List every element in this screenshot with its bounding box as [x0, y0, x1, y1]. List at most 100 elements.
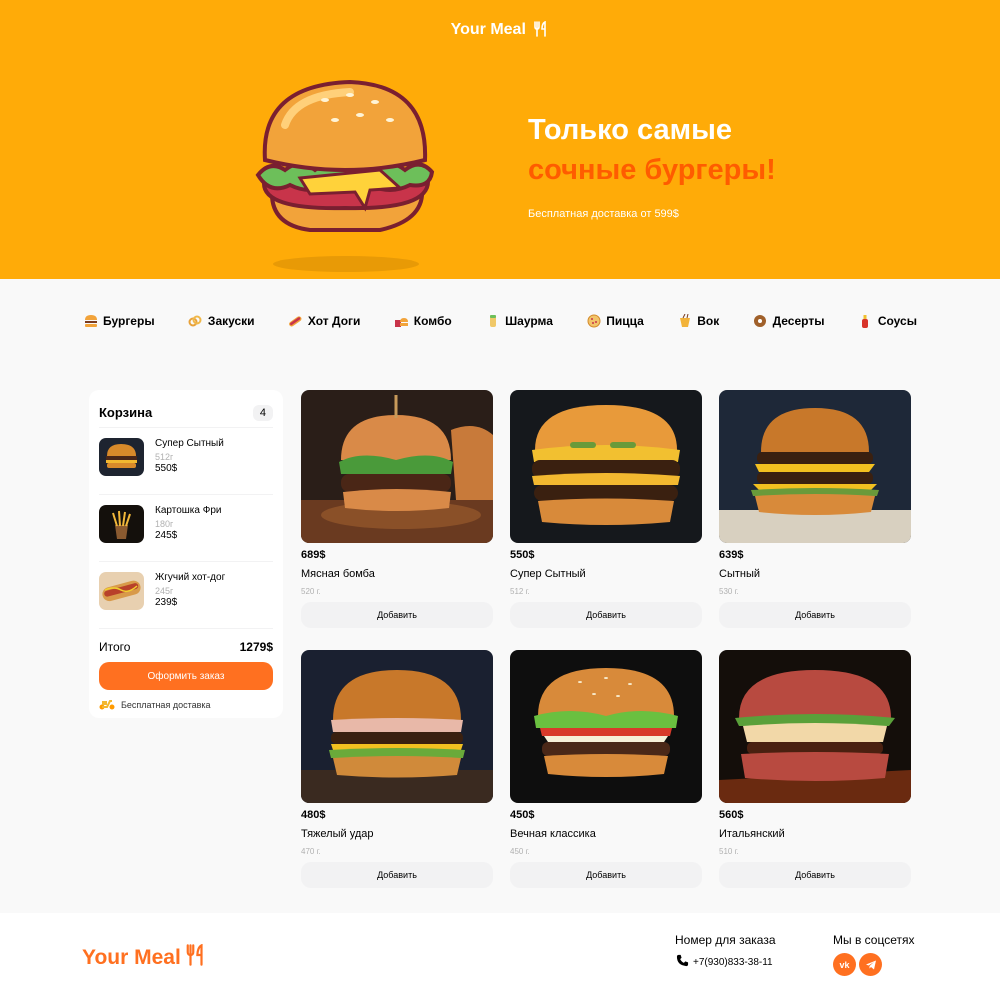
category-pizza[interactable]: Пицца [586, 310, 644, 331]
category-label: Закуски [207, 313, 255, 328]
telegram-icon[interactable] [859, 953, 882, 976]
product-weight: 520 г. [301, 587, 321, 596]
product-grid: 689$ Мясная бомба 520 г. Добавить 550$ С… [301, 390, 911, 910]
product-weight: 510 г. [719, 847, 739, 856]
product-price: 550$ [510, 549, 535, 561]
product-image[interactable] [510, 650, 702, 803]
delivery-label: Бесплатная доставка [121, 700, 211, 710]
cart-item-image [99, 438, 144, 476]
product-image[interactable] [301, 650, 493, 803]
cart-item-weight: 512г [155, 452, 174, 462]
add-to-cart-button[interactable]: Добавить [719, 602, 911, 628]
category-sauces[interactable]: Соусы [858, 310, 917, 331]
footer: Your Meal Номер для заказа +7(930)833-38… [0, 913, 1000, 1000]
category-label: Пицца [606, 313, 644, 328]
cart-item-name: Супер Сытный [155, 438, 224, 449]
phone-link[interactable]: +7(930)833-38-11 [676, 954, 773, 970]
add-to-cart-button[interactable]: Добавить [510, 862, 702, 888]
vk-icon[interactable]: vk [833, 953, 856, 976]
product-name: Итальянский [719, 828, 785, 840]
add-to-cart-button[interactable]: Добавить [301, 862, 493, 888]
social-links: vk [833, 953, 882, 976]
category-label: Комбо [413, 313, 452, 328]
cart-item[interactable]: Жгучий хот-дог 245г 239$ [99, 562, 273, 629]
product-weight: 470 г. [301, 847, 321, 856]
add-to-cart-button[interactable]: Добавить [510, 602, 702, 628]
cart-item-image [99, 572, 144, 610]
cart-item-price: 239$ [155, 597, 178, 608]
hero-title-line1: Только самые [528, 114, 732, 146]
hotdog-icon [288, 313, 303, 328]
product-card: 480$ Тяжелый удар 470 г. Добавить [301, 650, 493, 910]
product-image[interactable] [719, 650, 911, 803]
checkout-button[interactable]: Оформить заказ [99, 662, 273, 690]
cart-item-name: Жгучий хот-дог [155, 572, 226, 583]
pizza-icon [586, 313, 601, 328]
cart-total-value: 1279$ [239, 640, 273, 654]
product-card: 550$ Супер Сытный 512 г. Добавить [510, 390, 702, 650]
product-image[interactable] [719, 390, 911, 543]
hero-subtitle: Бесплатная доставка от 599$ [528, 208, 679, 220]
product-card: 560$ Итальянский 510 г. Добавить [719, 650, 911, 910]
hero-burger-illustration [250, 70, 440, 275]
wok-icon [677, 313, 692, 328]
phone-icon [676, 954, 689, 970]
burger-icon [83, 313, 98, 328]
product-price: 450$ [510, 809, 535, 821]
logo-text: Your Meal [450, 21, 526, 38]
onion-rings-icon [188, 313, 203, 328]
product-image[interactable] [510, 390, 702, 543]
product-name: Тяжелый удар [301, 828, 374, 840]
category-label: Десерты [772, 313, 825, 328]
cart-count-badge: 4 [252, 404, 273, 421]
category-shawarma[interactable]: Шаурма [485, 310, 553, 331]
product-name: Вечная классика [510, 828, 596, 840]
category-desserts[interactable]: Десерты [753, 310, 825, 331]
footer-logo[interactable]: Your Meal [82, 943, 207, 972]
cart-header: Корзина 4 [99, 398, 273, 428]
hero-title: Только самые сочные бургеры! [528, 110, 776, 190]
category-snacks[interactable]: Закуски [188, 310, 255, 331]
category-label: Шаурма [505, 313, 553, 328]
cutlery-icon [533, 20, 549, 42]
combo-icon [394, 313, 409, 328]
scooter-icon [99, 698, 115, 712]
category-label: Хот Доги [307, 313, 361, 328]
donut-icon [753, 313, 768, 328]
cart-item-weight: 180г [155, 519, 174, 529]
category-nav: Бургеры Закуски Хот Доги Комбо Шаурма Пи… [0, 310, 1000, 331]
cart-item-price: 550$ [155, 463, 178, 474]
cart-item[interactable]: Супер Сытный 512г 550$ [99, 428, 273, 495]
cart-item-price: 245$ [155, 530, 178, 541]
category-label: Соусы [877, 313, 917, 328]
cart-total: Итого 1279$ [99, 640, 273, 654]
product-weight: 530 г. [719, 587, 739, 596]
shawarma-icon [485, 313, 500, 328]
product-weight: 512 г. [510, 587, 530, 596]
header-logo[interactable]: Your Meal [0, 20, 1000, 42]
add-to-cart-button[interactable]: Добавить [301, 602, 493, 628]
category-label: Бургеры [103, 313, 155, 328]
product-card: 450$ Вечная классика 450 г. Добавить [510, 650, 702, 910]
product-price: 639$ [719, 549, 744, 561]
cart-title: Корзина [99, 405, 153, 420]
product-weight: 450 г. [510, 847, 530, 856]
social-title: Мы в соцсетях [833, 933, 915, 947]
hero-title-line2: сочные бургеры! [528, 154, 776, 186]
product-price: 560$ [719, 809, 744, 821]
category-wok[interactable]: Вок [677, 310, 719, 331]
hero-banner: Your Meal Только самые сочные бургеры! Б… [0, 0, 1000, 279]
free-delivery-note: Бесплатная доставка [99, 698, 273, 712]
category-hotdogs[interactable]: Хот Доги [288, 310, 361, 331]
product-price: 689$ [301, 549, 326, 561]
category-combo[interactable]: Комбо [394, 310, 452, 331]
add-to-cart-button[interactable]: Добавить [719, 862, 911, 888]
product-name: Супер Сытный [510, 568, 586, 580]
cart-item[interactable]: Картошка Фри 180г 245$ [99, 495, 273, 562]
cart-total-label: Итого [99, 640, 131, 654]
phone-number: +7(930)833-38-11 [693, 956, 773, 968]
phone-title: Номер для заказа [675, 933, 776, 947]
product-image[interactable] [301, 390, 493, 543]
category-burgers[interactable]: Бургеры [83, 310, 155, 331]
cart-item-weight: 245г [155, 586, 174, 596]
